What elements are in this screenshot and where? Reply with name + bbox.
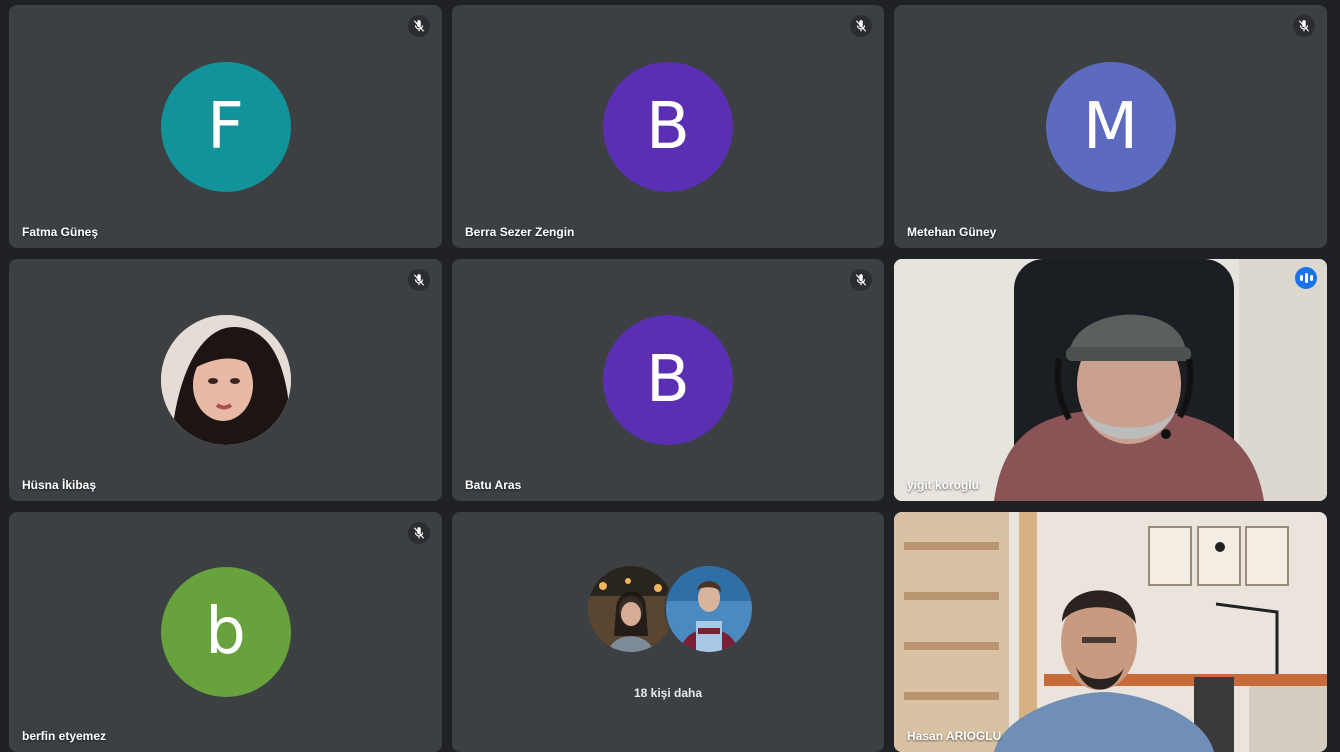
participant-tile-berfin[interactable]: b berfin etyemez bbox=[9, 512, 442, 752]
mic-off-icon bbox=[408, 522, 430, 544]
more-participants-label: 18 kişi daha bbox=[633, 686, 703, 700]
avatar-initial: B bbox=[603, 61, 733, 192]
avatar-photo bbox=[664, 564, 754, 654]
avatar-initial: F bbox=[160, 61, 291, 192]
avatar-photo bbox=[160, 315, 291, 445]
avatar-initial: B bbox=[603, 315, 733, 445]
participant-name: Metehan Güney bbox=[907, 225, 997, 239]
participant-tile-berra[interactable]: B Berra Sezer Zengin bbox=[452, 5, 884, 248]
participant-name: Berra Sezer Zengin bbox=[465, 225, 575, 239]
participant-name: berfin etyemez bbox=[22, 729, 107, 743]
avatar-photo bbox=[586, 564, 676, 654]
video-feed bbox=[894, 259, 1327, 501]
participant-name: yigit koroglu bbox=[907, 478, 979, 492]
participant-tile-batu[interactable]: B Batu Aras bbox=[452, 259, 884, 501]
mic-off-icon bbox=[1293, 15, 1315, 37]
participant-name: Fatma Güneş bbox=[22, 225, 99, 239]
participant-tile-husna[interactable]: Hüsna İkibaş bbox=[9, 259, 442, 501]
more-participants-avatars bbox=[586, 564, 754, 654]
mic-off-icon bbox=[408, 269, 430, 291]
video-feed bbox=[894, 512, 1327, 752]
more-participants-tile[interactable]: 18 kişi daha bbox=[452, 512, 884, 752]
avatar-initial: M bbox=[1045, 61, 1176, 192]
participant-tile-fatma[interactable]: F Fatma Güneş bbox=[9, 5, 442, 248]
video-grid: F Fatma Güneş B Berra Sezer Zengin M Met… bbox=[0, 0, 1340, 752]
mic-off-icon bbox=[408, 15, 430, 37]
participant-name: Hüsna İkibaş bbox=[22, 478, 97, 492]
participant-tile-hasan[interactable]: Hasan ARIOGLU bbox=[894, 512, 1327, 752]
participant-name: Hasan ARIOGLU bbox=[907, 729, 1002, 743]
audio-level-icon bbox=[1295, 267, 1317, 289]
avatar-initial: b bbox=[160, 567, 291, 697]
mic-off-icon bbox=[850, 269, 872, 291]
mic-off-icon bbox=[850, 15, 872, 37]
participant-tile-yigit[interactable]: yigit koroglu bbox=[894, 259, 1327, 501]
participant-tile-metehan[interactable]: M Metehan Güney bbox=[894, 5, 1327, 248]
participant-name: Batu Aras bbox=[465, 478, 522, 492]
